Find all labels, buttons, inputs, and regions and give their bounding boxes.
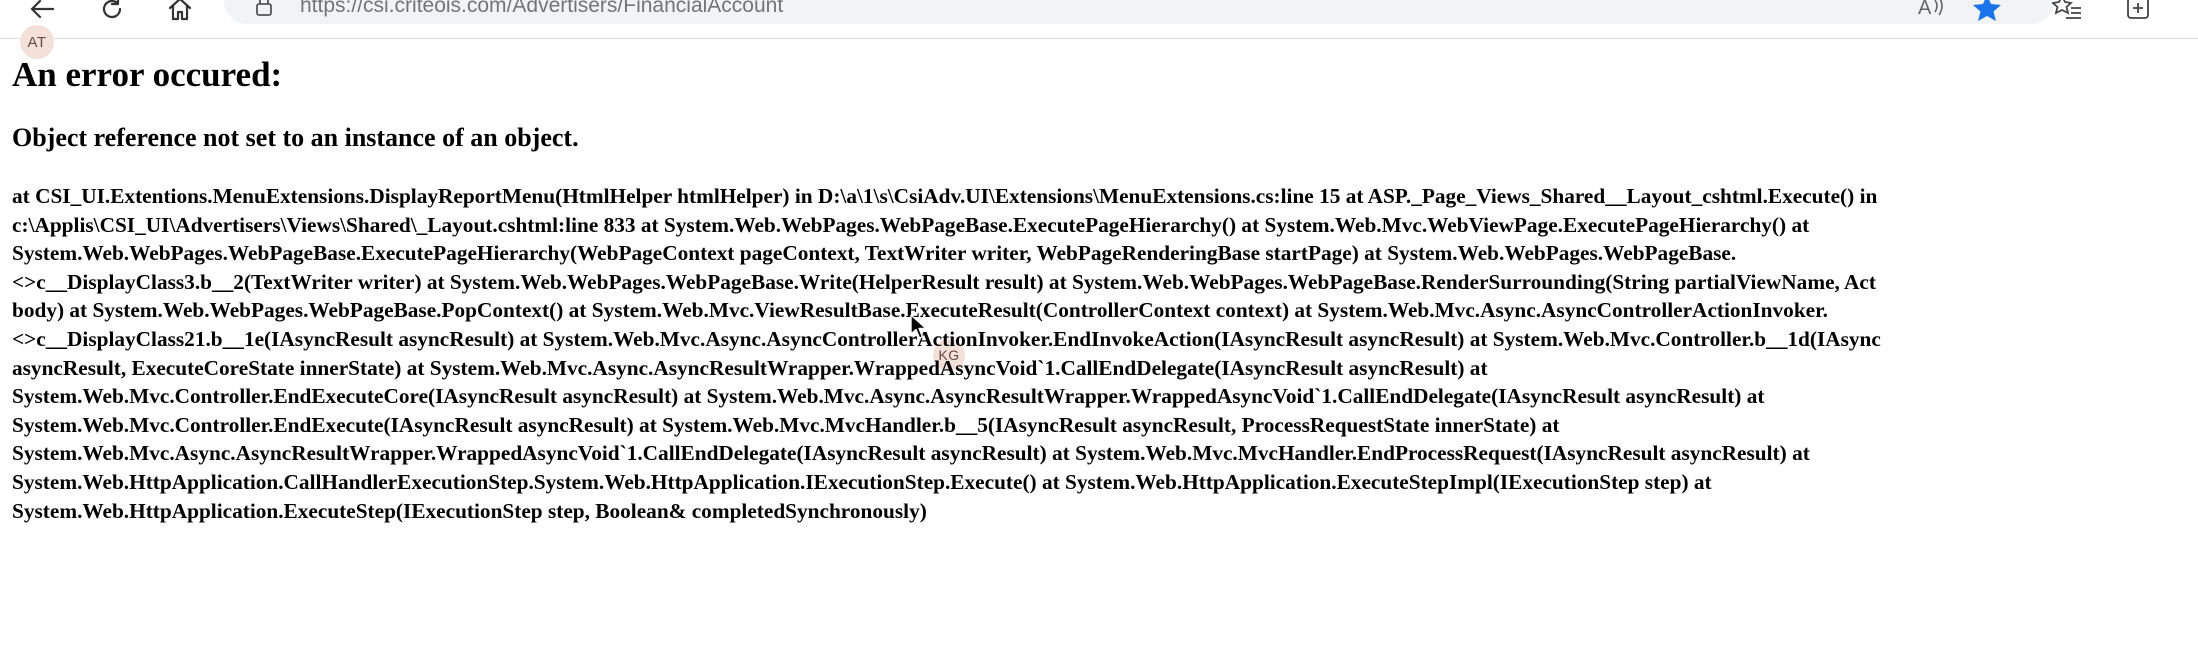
url-host: https://csi.criteois.com <box>300 0 507 17</box>
read-aloud-icon[interactable]: A <box>1916 0 1946 20</box>
stacktrace-line: System.Web.HttpApplication.ExecuteStep(I… <box>12 498 927 523</box>
stacktrace-line: asyncResult, ExecuteCoreState innerState… <box>12 355 1488 380</box>
mouse-cursor-icon <box>910 314 927 339</box>
browser-toolbar: https://csi.criteois.com/Advertisers/Fin… <box>0 0 2198 39</box>
home-button[interactable] <box>160 0 200 26</box>
stacktrace-line: c:\Applis\CSI_UI\Advertisers\Views\Share… <box>12 212 1810 237</box>
home-icon <box>168 0 192 21</box>
page-title: An error occured: <box>12 55 283 94</box>
stacktrace-line: System.Web.Mvc.Async.AsyncResultWrapper.… <box>12 441 1810 466</box>
error-message: Object reference not set to an instance … <box>12 123 579 152</box>
url-path: /Advertisers/FinancialAccount <box>506 0 784 17</box>
stacktrace-line: System.Web.Mvc.Controller.EndExecuteCore… <box>12 384 1765 409</box>
stacktrace-line: <>c__DisplayClass3.b__2(TextWriter write… <box>12 269 1876 294</box>
url-text[interactable]: https://csi.criteois.com/Advertisers/Fin… <box>300 0 783 17</box>
svg-text:A: A <box>1918 0 1932 19</box>
stacktrace-line: at CSI_UI.Extentions.MenuExtensions.Disp… <box>12 184 1878 208</box>
stacktrace-line: System.Web.HttpApplication.CallHandlerEx… <box>12 469 1712 494</box>
stacktrace-line: System.Web.Mvc.Controller.EndExecute(IAs… <box>12 412 1560 437</box>
stacktrace-line: System.Web.WebPages.WebPageBase.ExecuteP… <box>12 241 1737 266</box>
stacktrace-line: <>c__DisplayClass21.b__1e(IAsyncResult a… <box>12 326 1881 351</box>
collections-icon[interactable] <box>2124 0 2154 22</box>
refresh-button[interactable] <box>92 0 132 26</box>
stack-trace: at CSI_UI.Extentions.MenuExtensions.Disp… <box>12 182 2198 525</box>
refresh-icon <box>102 0 122 19</box>
error-page: An error occured: Object reference not s… <box>12 50 2192 525</box>
back-button[interactable] <box>22 0 62 26</box>
back-icon <box>30 0 55 19</box>
lock-icon[interactable] <box>254 0 274 16</box>
favorite-star-icon[interactable] <box>1972 0 2002 22</box>
favorites-list-icon[interactable] <box>2052 0 2082 22</box>
stacktrace-line: body) at System.Web.WebPages.WebPageBase… <box>12 298 1828 323</box>
